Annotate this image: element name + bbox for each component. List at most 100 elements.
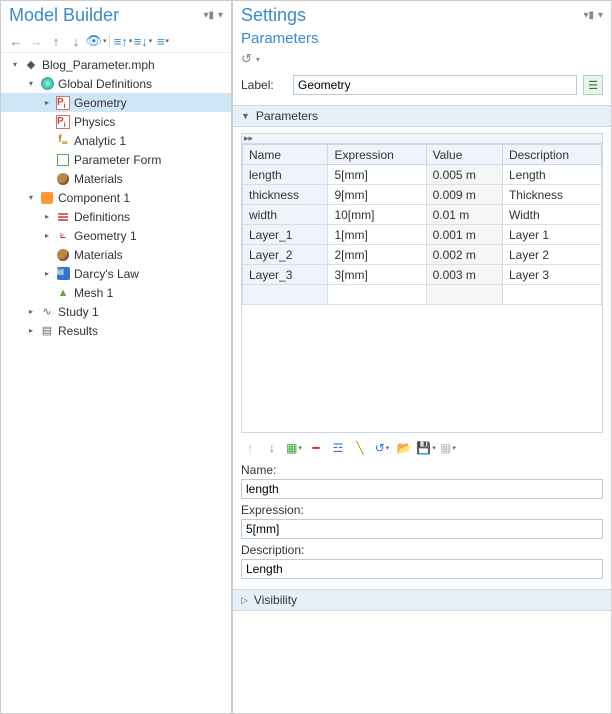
tree-item-label: Geometry [74,96,127,110]
pi-icon: Pi [55,95,71,111]
tree-item[interactable]: ▾ Component 1 [1,188,231,207]
label-input[interactable] [293,75,577,95]
cell-description[interactable]: Width [502,205,601,225]
tree-item[interactable]: ▾Global Definitions [1,74,231,93]
cell-name[interactable]: Layer_3 [243,265,328,285]
tree-item[interactable]: ▸Definitions [1,207,231,226]
settings-subtitle: Parameters [233,30,611,49]
cell-expression[interactable]: 2[mm] [328,245,426,265]
brush-button[interactable]: ╲ [351,439,369,457]
cell-name[interactable]: Layer_2 [243,245,328,265]
tree-item[interactable]: ▸▤Darcy's Law [1,264,231,283]
parameters-section-header[interactable]: ▼ Parameters [233,105,611,127]
cell-description[interactable]: Layer 1 [502,225,601,245]
cell-expression[interactable]: 1[mm] [328,225,426,245]
delete-button[interactable]: ━ [307,439,325,457]
open-button[interactable]: 📂 [395,439,413,457]
expand-button[interactable]: ≡↓ [134,32,152,50]
cell-expression[interactable]: 5[mm] [328,165,426,185]
panel-menu-icon[interactable]: ▾ [598,10,603,21]
back-button[interactable]: ← [7,32,25,50]
tree-item[interactable]: ▸∿Study 1 [1,302,231,321]
tree-item[interactable]: ▸▤Results [1,321,231,340]
cell-description[interactable]: Thickness [502,185,601,205]
description-input[interactable] [241,559,603,579]
expander-icon[interactable]: ▾ [26,79,36,88]
cell-name[interactable]: length [243,165,328,185]
clear-button[interactable]: ☲ [329,439,347,457]
model-tree[interactable]: ▾◆Blog_Parameter.mph▾Global Definitions▸… [1,53,231,713]
settings-sub-toolbar: ↺ ▾ [233,49,611,73]
table-row[interactable]: Layer_33[mm]0.003 mLayer 3 [243,265,602,285]
settings-title: Settings [241,5,306,26]
tree-item[interactable]: f∞Analytic 1 [1,131,231,150]
cell-name[interactable]: Layer_1 [243,225,328,245]
tree-item-label: Darcy's Law [74,267,139,281]
table-row-empty[interactable] [243,285,602,305]
column-header[interactable]: Value [426,145,502,165]
expander-icon[interactable]: ▸ [26,326,36,335]
cell-name[interactable]: width [243,205,328,225]
tree-item[interactable]: Parameter Form [1,150,231,169]
column-header[interactable]: Name [243,145,328,165]
show-button[interactable]: 👁 [87,32,105,50]
undo-edit-button[interactable]: ↺ [373,439,391,457]
column-header[interactable]: Expression [328,145,426,165]
expander-icon[interactable]: ▸ [42,98,52,107]
cell-name[interactable]: thickness [243,185,328,205]
cell-description[interactable]: Layer 3 [502,265,601,285]
study-icon: ∿ [39,304,55,320]
panel-menu-icon[interactable]: ▾ [218,10,223,21]
expander-icon[interactable]: ▾ [10,60,20,69]
tree-item[interactable]: PiPhysics [1,112,231,131]
more-button[interactable]: ▦ [439,439,457,457]
cell-description[interactable]: Length [502,165,601,185]
tree-item[interactable]: ▸⟀Geometry 1 [1,226,231,245]
expander-icon[interactable]: ▸ [42,269,52,278]
tree-item[interactable]: Materials [1,245,231,264]
expander-icon[interactable]: ▾ [26,193,36,202]
pin-icon[interactable]: ▾▮ [203,10,214,21]
cell-value: 0.009 m [426,185,502,205]
tree-item[interactable]: ▾◆Blog_Parameter.mph [1,55,231,74]
tree-item-label: Study 1 [58,305,99,319]
table-row[interactable]: thickness9[mm]0.009 mThickness [243,185,602,205]
cell-expression[interactable]: 9[mm] [328,185,426,205]
add-button[interactable]: ▦ [285,439,303,457]
pin-icon[interactable]: ▾▮ [583,10,594,21]
table-row[interactable]: Layer_11[mm]0.001 mLayer 1 [243,225,602,245]
collapse-button[interactable]: ≡↑ [114,32,132,50]
up-button[interactable]: ↑ [47,32,65,50]
tree-item[interactable]: ▸PiGeometry [1,93,231,112]
cell-value: 0.003 m [426,265,502,285]
tree-menu-button[interactable]: ≡ [154,32,172,50]
tree-item-label: Physics [74,115,115,129]
cell-expression[interactable]: 3[mm] [328,265,426,285]
description-label: Description: [241,543,603,557]
undo-button[interactable]: ↺ [241,51,252,67]
save-button[interactable]: 💾 [417,439,435,457]
table-corner-icon[interactable]: ▸▸ [242,134,602,144]
move-up-button[interactable]: ↑ [241,439,259,457]
down-button[interactable]: ↓ [67,32,85,50]
visibility-section-header[interactable]: ▷ Visibility [233,589,611,611]
description-field-row: Description: [233,541,611,581]
expression-input[interactable] [241,519,603,539]
table-row[interactable]: length5[mm]0.005 mLength [243,165,602,185]
table-row[interactable]: Layer_22[mm]0.002 mLayer 2 [243,245,602,265]
expander-icon[interactable]: ▸ [42,231,52,240]
move-down-button[interactable]: ↓ [263,439,281,457]
tree-item[interactable]: ▲Mesh 1 [1,283,231,302]
tree-item-label: Component 1 [58,191,130,205]
dropdown-icon[interactable]: ▾ [256,55,260,64]
expander-icon[interactable]: ▸ [26,307,36,316]
name-field-row: Name: [233,461,611,501]
tree-item[interactable]: Materials [1,169,231,188]
column-header[interactable]: Description [502,145,601,165]
expander-icon[interactable]: ▸ [42,212,52,221]
table-row[interactable]: width10[mm]0.01 mWidth [243,205,602,225]
name-input[interactable] [241,479,603,499]
cell-expression[interactable]: 10[mm] [328,205,426,225]
cell-description[interactable]: Layer 2 [502,245,601,265]
label-goto-button[interactable]: ☰ [583,75,603,95]
